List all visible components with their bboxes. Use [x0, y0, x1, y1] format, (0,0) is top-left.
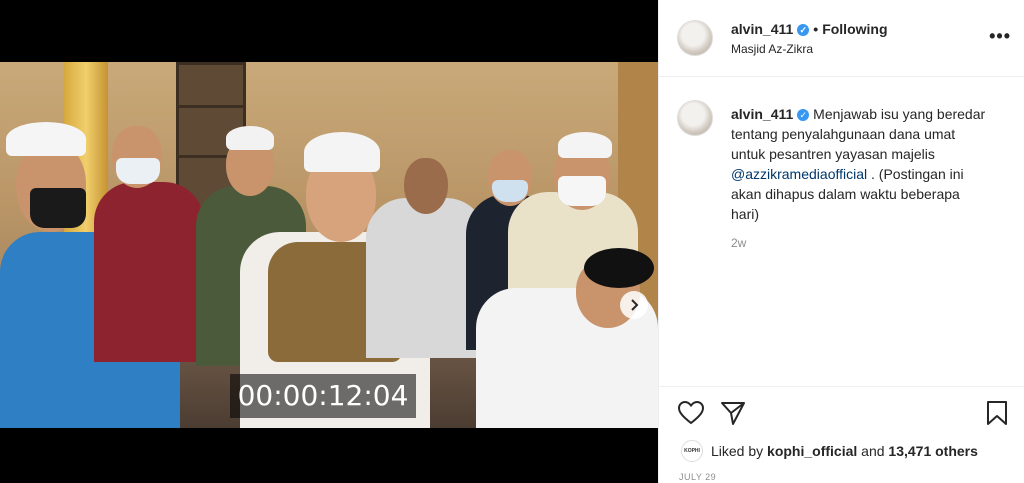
- person-front-right: [476, 248, 658, 428]
- next-slide-button[interactable]: [620, 291, 648, 319]
- video-frame[interactable]: 00:00:12:04: [0, 62, 658, 428]
- save-button[interactable]: [983, 399, 1011, 427]
- more-options-button[interactable]: •••: [989, 26, 1011, 47]
- share-icon: [721, 402, 745, 425]
- following-button[interactable]: Following: [822, 21, 887, 37]
- author-avatar[interactable]: [677, 20, 713, 56]
- post-date: JULY 29: [679, 472, 717, 482]
- post-media: 00:00:12:04: [0, 0, 658, 483]
- post-header: alvin_411 ✓ • Following Masjid Az-Zikra •••: [659, 0, 1024, 77]
- likes-count-link[interactable]: 13,471 others: [888, 443, 978, 459]
- caption-mention-link[interactable]: @azzikramediaofficial: [731, 166, 867, 182]
- action-bar: [659, 386, 1024, 443]
- likes-summary: KOPHI Liked by kophi_official and 13,471…: [681, 440, 978, 462]
- heart-icon: [678, 401, 704, 425]
- post-caption: alvin_411 ✓ Menjawab isu yang beredar ten…: [731, 104, 991, 224]
- share-button[interactable]: [719, 399, 747, 427]
- chevron-right-icon: [631, 299, 639, 311]
- likes-prefix: Liked by: [711, 443, 764, 459]
- author-line: alvin_411 ✓ • Following: [731, 21, 888, 37]
- liker-username[interactable]: kophi_official: [767, 443, 857, 459]
- location-link[interactable]: Masjid Az-Zikra: [731, 42, 813, 56]
- post-details-panel: alvin_411 ✓ • Following Masjid Az-Zikra •••…: [658, 0, 1024, 483]
- person-red: [94, 122, 204, 362]
- caption-age: 2w: [731, 236, 747, 250]
- verified-badge-icon: ✓: [797, 109, 810, 122]
- like-button[interactable]: [677, 399, 705, 427]
- separator-dot: •: [813, 21, 819, 37]
- likes-middle: and: [861, 443, 885, 459]
- bookmark-icon: [987, 401, 1007, 425]
- liker-avatar[interactable]: KOPHI: [681, 440, 703, 462]
- verified-badge-icon: ✓: [797, 24, 810, 37]
- caption-author-avatar[interactable]: [677, 100, 713, 136]
- author-username[interactable]: alvin_411: [731, 21, 793, 37]
- caption-username[interactable]: alvin_411: [731, 106, 793, 122]
- video-timecode: 00:00:12:04: [230, 374, 416, 418]
